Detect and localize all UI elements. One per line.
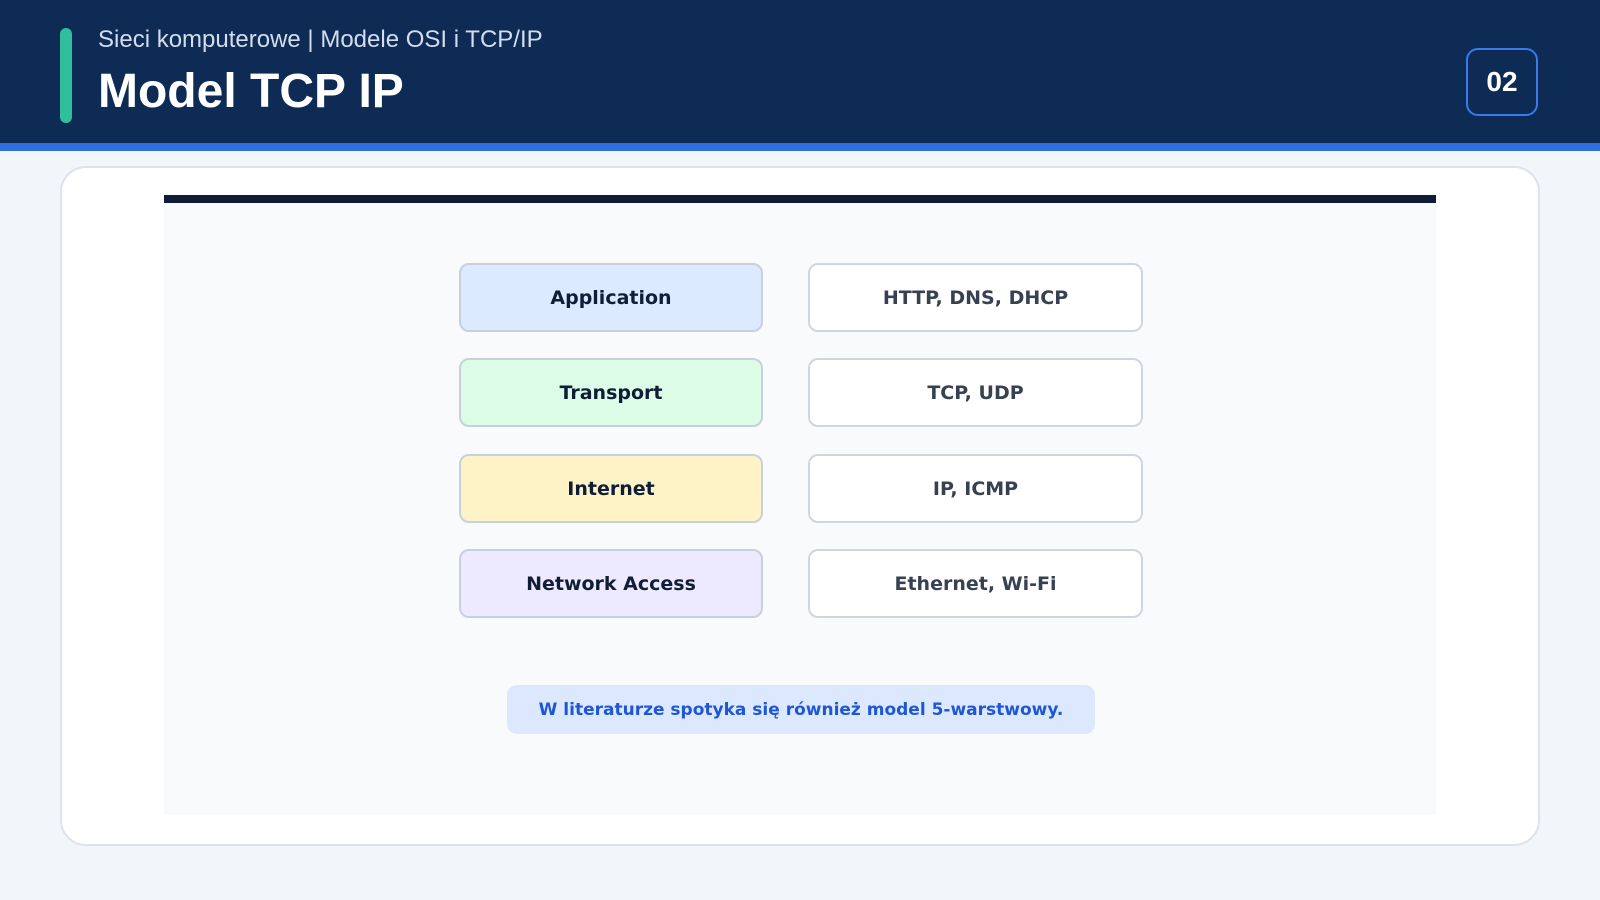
diagram-canvas: Application HTTP, DNS, DHCP Transport TC… xyxy=(164,195,1436,815)
slide-subtitle: Sieci komputerowe | Modele OSI i TCP/IP xyxy=(98,26,543,53)
layer-internet: Internet xyxy=(459,454,763,523)
slide-title: Model TCP IP xyxy=(98,65,404,118)
diagram-top-bar xyxy=(164,195,1436,203)
header-stripe xyxy=(0,143,1600,151)
layer-transport: Transport xyxy=(459,358,763,427)
protocols-application: HTTP, DNS, DHCP xyxy=(808,263,1143,332)
protocols-transport: TCP, UDP xyxy=(808,358,1143,427)
layer-application: Application xyxy=(459,263,763,332)
protocols-network-access: Ethernet, Wi-Fi xyxy=(808,549,1143,618)
protocols-internet: IP, ICMP xyxy=(808,454,1143,523)
diagram-note: W literaturze spotyka się również model … xyxy=(507,685,1095,734)
accent-bar xyxy=(60,28,72,123)
layer-network-access: Network Access xyxy=(459,549,763,618)
slide-number-badge: 02 xyxy=(1466,48,1538,116)
